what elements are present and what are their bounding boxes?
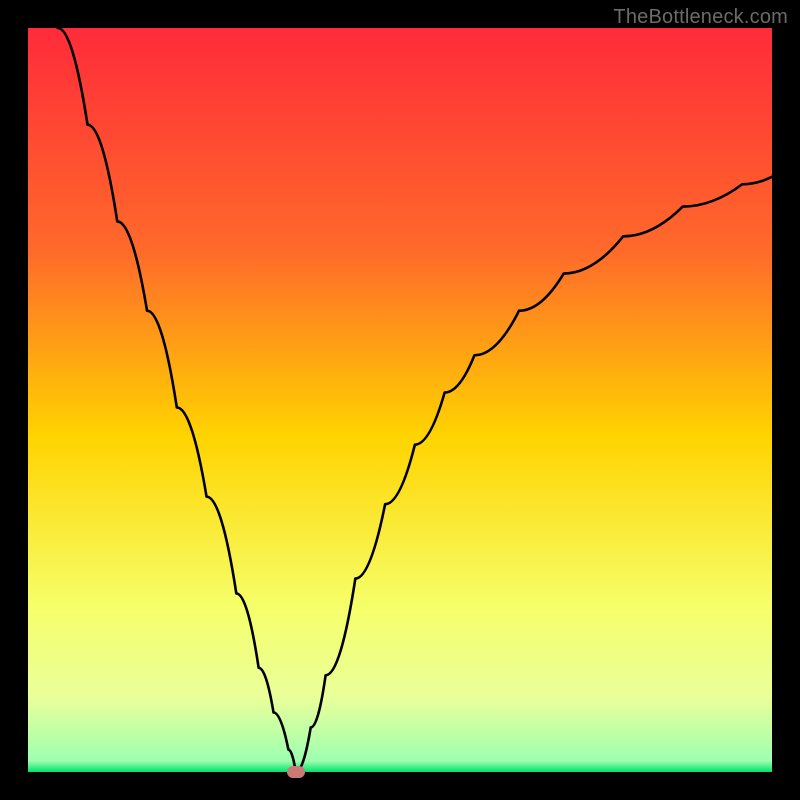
attribution-text: TheBottleneck.com [613, 6, 788, 29]
optimum-marker [287, 766, 305, 778]
chart-background [28, 28, 772, 772]
chart-frame [28, 28, 772, 772]
bottleneck-chart [28, 28, 772, 772]
